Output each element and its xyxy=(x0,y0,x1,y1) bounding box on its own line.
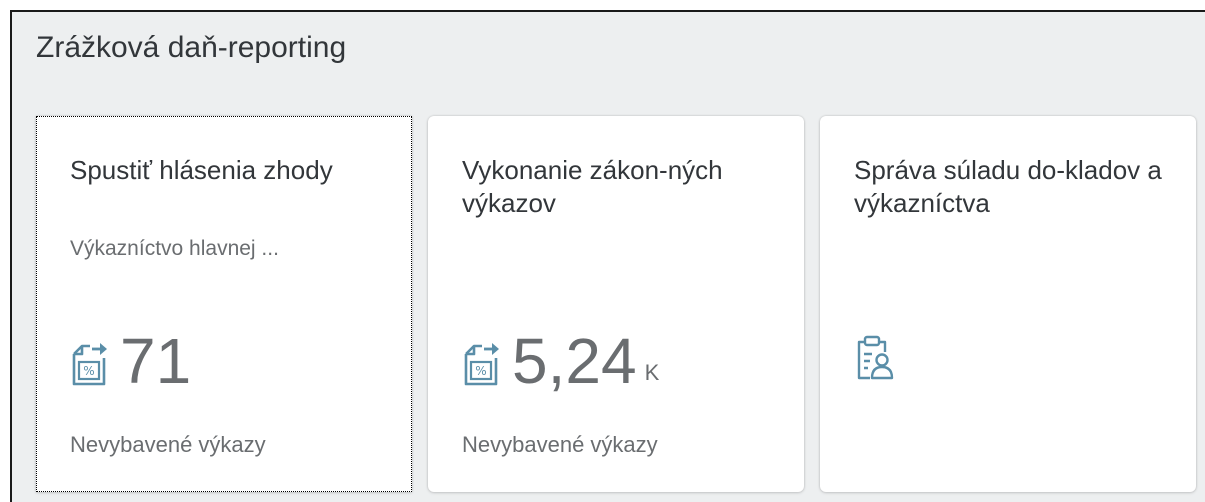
svg-text:%: % xyxy=(475,364,486,378)
group-title: Zrážková daň-reporting xyxy=(36,31,347,64)
tile-footer: Nevybavené výkazy xyxy=(70,432,266,457)
tile-title: Spustiť hlásenia zhody xyxy=(70,155,333,185)
kpi-scale: K xyxy=(644,360,660,385)
tile-title: Správa súladu do-kladov a výkazníctva xyxy=(854,155,1162,218)
clipboard-user-icon xyxy=(857,335,894,380)
kpi-value: 71 xyxy=(120,325,192,397)
tile-run-compliance-reports[interactable]: Spustiť hlásenia zhody Výkazníctvo hlavn… xyxy=(36,116,412,492)
kpi: % 71 xyxy=(70,326,199,396)
kpi-value: 5,24 xyxy=(512,325,637,397)
tile-title: Vykonanie zákon-ných výkazov xyxy=(462,155,723,218)
tile-group: Zrážková daň-reporting Spustiť hlásenia … xyxy=(10,10,1205,502)
tile-footer: Nevybavené výkazy xyxy=(462,432,658,457)
tax-report-icon: % xyxy=(464,343,499,386)
tax-report-icon: % xyxy=(72,343,107,386)
svg-text:%: % xyxy=(83,364,94,378)
tile-subtitle: Výkazníctvo hlavnej ... xyxy=(70,237,279,260)
tile-statutory-reports[interactable]: Vykonanie zákon-ných výkazov % 5,24 K Ne… xyxy=(428,116,804,492)
tile-document-compliance[interactable]: Správa súladu do-kladov a výkazníctva xyxy=(820,116,1196,492)
kpi: % 5,24 K xyxy=(462,326,659,396)
